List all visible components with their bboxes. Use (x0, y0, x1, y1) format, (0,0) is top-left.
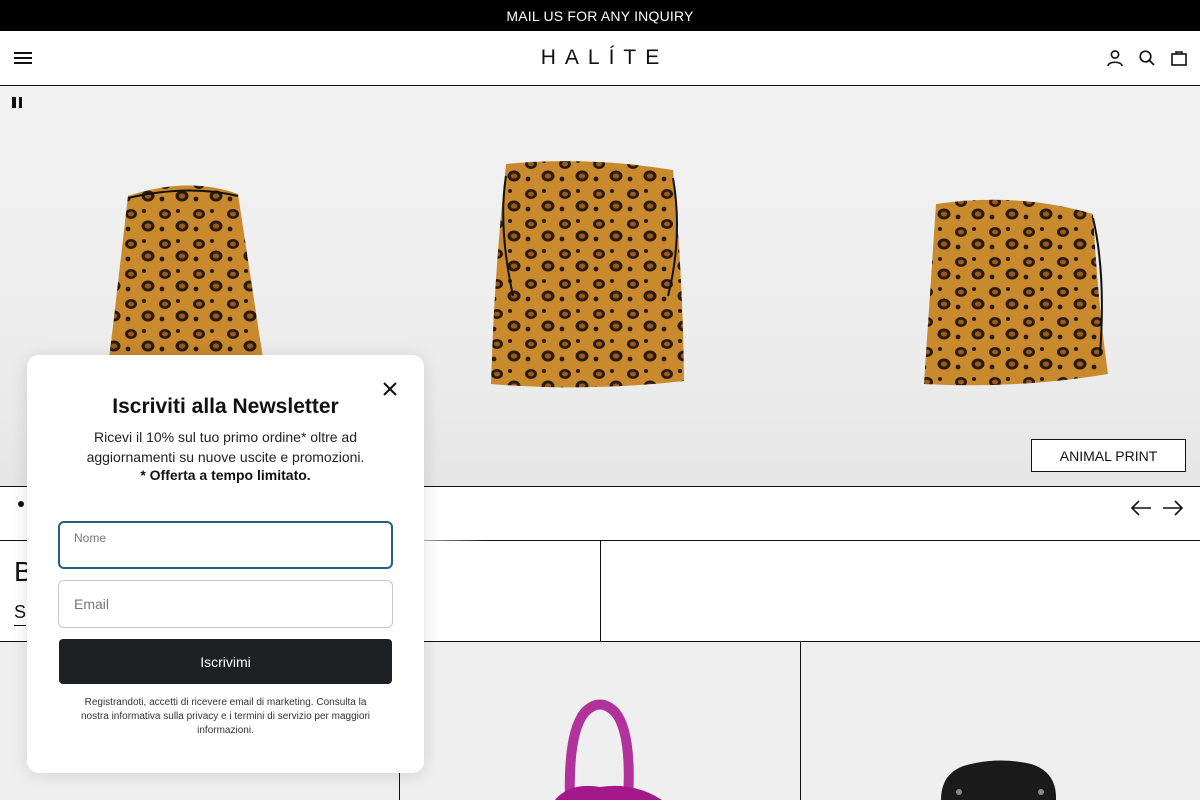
section-link[interactable]: S (14, 602, 27, 626)
arrow-right-icon[interactable] (1162, 499, 1184, 517)
hero-image-bag-center (491, 161, 684, 388)
announcement-text[interactable]: MAIL US FOR ANY INQUIRY (506, 8, 693, 24)
site-header: HALÍTE (0, 31, 1200, 86)
name-field-label: Nome (74, 531, 107, 545)
name-field[interactable]: Nome (58, 521, 393, 569)
product-image-black-bag (941, 760, 1057, 800)
hero-cta-button[interactable]: ANIMAL PRINT (1031, 439, 1186, 472)
site-logo[interactable]: HALÍTE (0, 46, 1200, 70)
header-icons (1106, 49, 1188, 67)
newsletter-description: Ricevi il 10% sul tuo primo ordine* oltr… (86, 429, 365, 465)
newsletter-offer: * Offerta a tempo limitato. (140, 467, 311, 483)
slider-arrows (1130, 499, 1184, 517)
newsletter-title: Iscriviti alla Newsletter (112, 395, 339, 418)
newsletter-modal: Iscriviti alla Newsletter Ricevi il 10% … (27, 355, 424, 773)
intro-empty-panel (601, 541, 1200, 642)
email-field[interactable] (59, 581, 392, 627)
account-icon[interactable] (1106, 49, 1124, 67)
pause-icon[interactable] (12, 97, 22, 108)
slide-dot[interactable] (18, 501, 24, 507)
search-icon[interactable] (1138, 49, 1156, 67)
email-field-wrapper (58, 580, 393, 628)
subscribe-button[interactable]: Iscrivimi (59, 639, 392, 684)
product-card[interactable] (400, 642, 801, 800)
arrow-left-icon[interactable] (1130, 499, 1152, 517)
newsletter-legal-text: Registrandoti, accetti di ricevere email… (81, 697, 370, 736)
announcement-bar[interactable]: MAIL US FOR ANY INQUIRY (0, 0, 1200, 31)
product-card[interactable] (801, 642, 1200, 800)
hero-image-bag-right (924, 199, 1108, 386)
cart-icon[interactable] (1170, 49, 1188, 67)
product-image-pink-bag (555, 699, 662, 800)
